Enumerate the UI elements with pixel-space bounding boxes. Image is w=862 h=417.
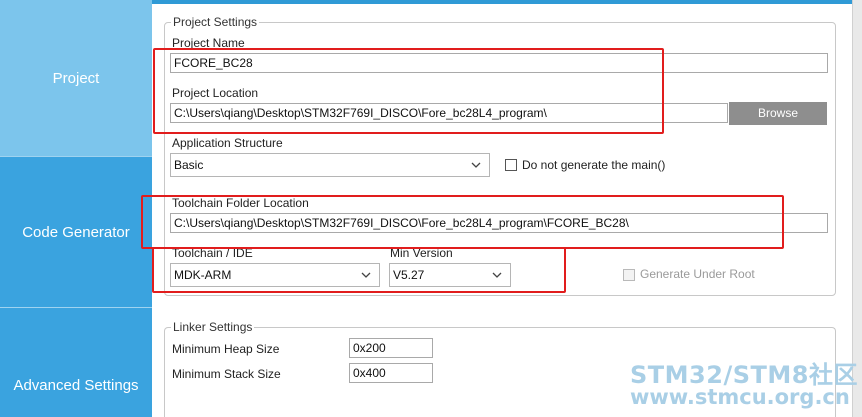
min-version-select[interactable]: V5.27 [389, 263, 511, 287]
minimum-stack-size-label: Minimum Stack Size [172, 367, 281, 381]
watermark-url: www.stmcu.org.cn [630, 385, 850, 409]
chevron-down-icon [471, 162, 481, 168]
minimum-heap-size-input[interactable]: 0x200 [349, 338, 433, 358]
sidebar-item-project[interactable]: Project [0, 0, 152, 156]
toolchain-ide-value: MDK-ARM [174, 268, 232, 282]
browse-button[interactable]: Browse [729, 102, 827, 125]
group-title: Project Settings [171, 15, 260, 29]
project-location-label: Project Location [172, 86, 259, 100]
group-title: Linker Settings [171, 320, 255, 334]
chevron-down-icon [492, 272, 502, 278]
application-structure-value: Basic [174, 158, 204, 172]
application-structure-select[interactable]: Basic [170, 153, 490, 177]
sidebar-item-label: Code Generator [22, 223, 130, 241]
sidebar-item-code-generator[interactable]: Code Generator [0, 157, 152, 307]
min-version-label: Min Version [390, 246, 453, 260]
min-version-value: V5.27 [393, 268, 425, 282]
minimum-stack-size-input[interactable]: 0x400 [349, 363, 433, 383]
project-location-input[interactable]: C:\Users\qiang\Desktop\STM32F769I_DISCO\… [170, 103, 728, 123]
chevron-down-icon [361, 272, 371, 278]
application-structure-label: Application Structure [172, 136, 283, 150]
sidebar: Project Code Generator Advanced Settings [0, 0, 152, 417]
sidebar-item-advanced-settings[interactable]: Advanced Settings [0, 308, 152, 417]
generate-under-root-checkbox[interactable] [623, 269, 635, 281]
toolchain-folder-label: Toolchain Folder Location [172, 196, 309, 210]
toolchain-ide-label: Toolchain / IDE [172, 246, 253, 260]
toolchain-ide-select[interactable]: MDK-ARM [170, 263, 380, 287]
toolchain-folder-input[interactable]: C:\Users\qiang\Desktop\STM32F769I_DISCO\… [170, 213, 828, 233]
do-not-generate-main-label: Do not generate the main() [522, 158, 666, 172]
generate-under-root-label: Generate Under Root [640, 267, 755, 281]
do-not-generate-main-checkbox[interactable] [505, 159, 517, 171]
project-name-label: Project Name [172, 36, 245, 50]
sidebar-item-label: Project [52, 69, 100, 87]
top-accent-bar [152, 0, 852, 4]
sidebar-item-label: Advanced Settings [13, 377, 139, 394]
project-name-input[interactable]: FCORE_BC28 [170, 53, 828, 73]
minimum-heap-size-label: Minimum Heap Size [172, 342, 280, 356]
